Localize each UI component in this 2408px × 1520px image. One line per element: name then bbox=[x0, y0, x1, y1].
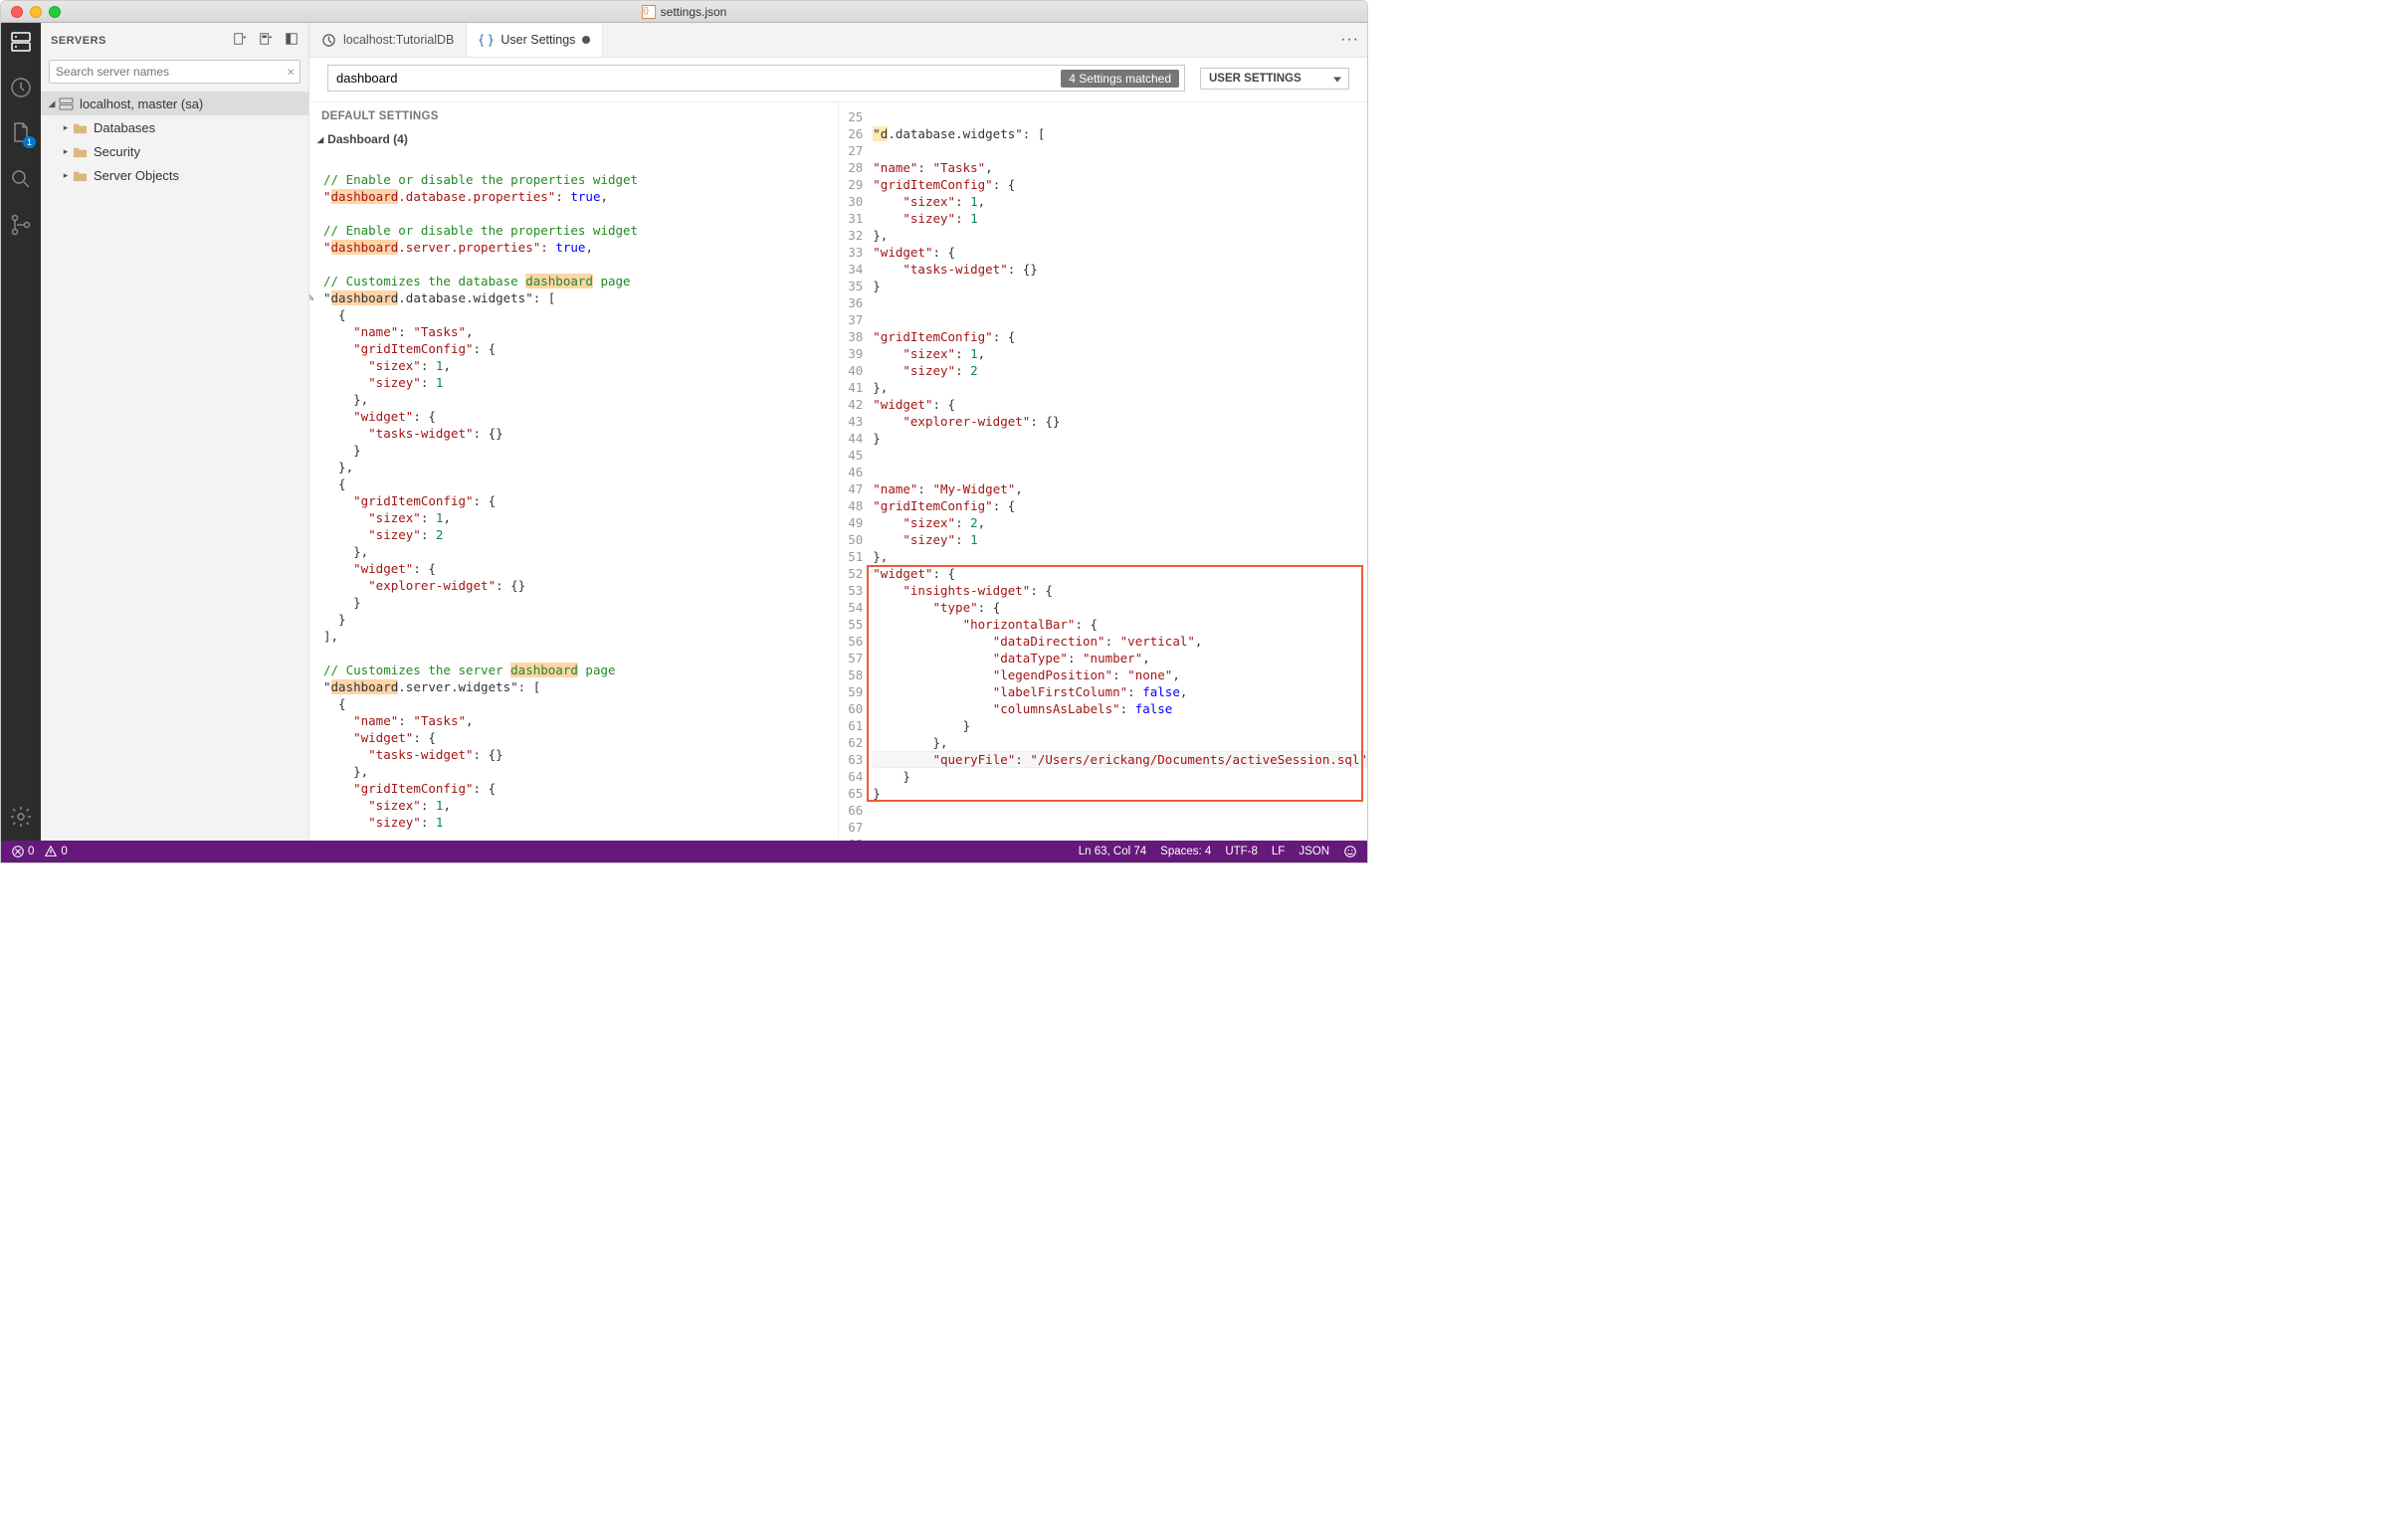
servers-sidebar: SERVERS × ◢ localhost, master (sa) bbox=[41, 23, 309, 841]
server-tree-node[interactable]: ▸Databases bbox=[41, 115, 308, 139]
status-bar: 0 0 Ln 63, Col 74 Spaces: 4 UTF-8 LF JSO… bbox=[1, 841, 1367, 862]
server-tree-root[interactable]: ◢ localhost, master (sa) bbox=[41, 92, 308, 115]
status-indent[interactable]: Spaces: 4 bbox=[1160, 846, 1211, 857]
window-close-button[interactable] bbox=[11, 6, 23, 18]
activity-bar: 1 bbox=[1, 23, 41, 841]
gauge-icon bbox=[321, 33, 336, 48]
window-minimize-button[interactable] bbox=[30, 6, 42, 18]
settings-search-input[interactable] bbox=[327, 65, 1185, 92]
status-feedback-icon[interactable] bbox=[1343, 845, 1357, 858]
server-tree-root-label: localhost, master (sa) bbox=[80, 96, 203, 111]
edit-setting-icon[interactable]: ✎ bbox=[309, 289, 314, 306]
servers-activity-icon[interactable] bbox=[9, 30, 33, 54]
default-settings-heading: DEFAULT SETTINGS bbox=[309, 102, 838, 126]
status-cursor[interactable]: Ln 63, Col 74 bbox=[1079, 846, 1146, 857]
window-zoom-button[interactable] bbox=[49, 6, 61, 18]
status-eol[interactable]: LF bbox=[1272, 846, 1285, 857]
settings-match-badge: 4 Settings matched bbox=[1061, 70, 1179, 88]
dirty-indicator-icon bbox=[582, 36, 590, 44]
source-control-activity-icon[interactable] bbox=[9, 213, 33, 237]
files-badge: 1 bbox=[23, 136, 36, 148]
search-activity-icon[interactable] bbox=[9, 167, 33, 191]
new-group-icon[interactable] bbox=[259, 32, 273, 49]
server-search-input[interactable] bbox=[49, 60, 301, 84]
file-type-icon bbox=[642, 5, 656, 19]
status-warnings[interactable]: 0 bbox=[44, 845, 67, 858]
editor-tab[interactable]: localhost:TutorialDB bbox=[309, 23, 467, 57]
titlebar: settings.json bbox=[1, 1, 1367, 23]
server-tree-node[interactable]: ▸Server Objects bbox=[41, 163, 308, 187]
new-connection-icon[interactable] bbox=[233, 32, 247, 49]
status-errors[interactable]: 0 bbox=[11, 845, 34, 858]
default-settings-code[interactable]: // Enable or disable the properties widg… bbox=[309, 148, 838, 841]
clear-search-icon[interactable]: × bbox=[287, 65, 295, 80]
status-lang[interactable]: JSON bbox=[1299, 846, 1329, 857]
settings-section[interactable]: ◢Dashboard (4) bbox=[309, 126, 838, 148]
settings-gear-icon[interactable] bbox=[9, 805, 33, 829]
files-activity-icon[interactable]: 1 bbox=[9, 121, 33, 145]
settings-scope-select[interactable]: USER SETTINGS bbox=[1200, 68, 1349, 90]
toggle-view-icon[interactable] bbox=[285, 32, 299, 49]
editor-tabs: localhost:TutorialDBUser Settings ··· bbox=[309, 23, 1367, 58]
server-tree-node[interactable]: ▸Security bbox=[41, 139, 308, 163]
editor-more-icon[interactable]: ··· bbox=[1340, 31, 1359, 49]
user-settings-code[interactable]: 2526272829303132333435363738394041424344… bbox=[839, 102, 1367, 841]
user-settings-pane: 2526272829303132333435363738394041424344… bbox=[839, 102, 1367, 841]
history-activity-icon[interactable] bbox=[9, 76, 33, 99]
sidebar-title: SERVERS bbox=[51, 35, 233, 47]
editor-tab[interactable]: User Settings bbox=[467, 23, 603, 57]
status-encoding[interactable]: UTF-8 bbox=[1225, 846, 1258, 857]
default-settings-pane: DEFAULT SETTINGS ◢Dashboard (4) // Enabl… bbox=[309, 102, 839, 841]
braces-icon bbox=[479, 33, 494, 48]
window-title: settings.json bbox=[661, 5, 727, 19]
